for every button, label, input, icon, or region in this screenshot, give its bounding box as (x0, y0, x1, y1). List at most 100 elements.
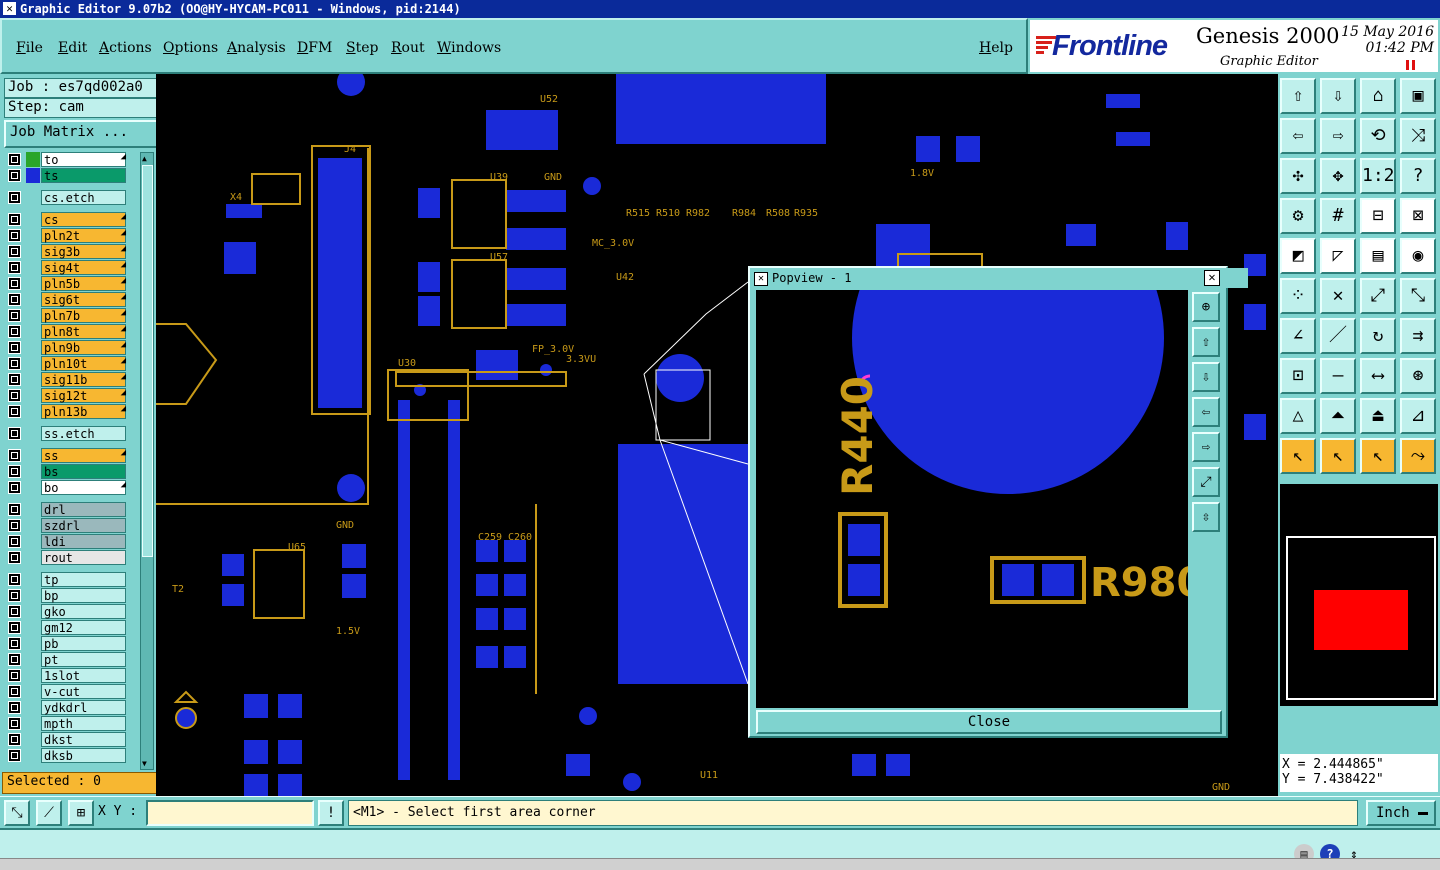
layer-row-pln10t[interactable]: pln10t ◢ (4, 356, 128, 371)
arc-icon[interactable]: ↻ (1360, 318, 1396, 354)
layer-checkbox[interactable] (8, 389, 21, 402)
angle-icon[interactable]: ∠ (1280, 318, 1316, 354)
layer-name[interactable]: bo (41, 480, 126, 495)
layer-menu-icon[interactable]: ◢ (121, 480, 126, 490)
layer-name[interactable]: rout (41, 550, 126, 565)
pv-pan-right-icon[interactable]: ⇨ (1192, 432, 1220, 462)
snap-icon[interactable]: ⊟ (1360, 198, 1396, 234)
move-icon[interactable]: ⤢ (1360, 278, 1396, 314)
layer-name[interactable]: v-cut (41, 684, 126, 699)
layer-color-swatch[interactable] (26, 588, 40, 603)
lasso-icon[interactable]: ↖ (1360, 438, 1396, 474)
layer-color-swatch[interactable] (26, 700, 40, 715)
menu-actions[interactable]: Actions (99, 40, 152, 56)
step-up-icon[interactable]: ⇧ (1280, 78, 1316, 114)
layer-checkbox[interactable] (8, 535, 21, 548)
layer-menu-icon[interactable]: ◢ (121, 388, 126, 398)
layer-checkbox[interactable] (8, 605, 21, 618)
alert-icon[interactable]: ! (318, 800, 344, 826)
layer-checkbox[interactable] (8, 717, 21, 730)
transform-icon[interactable]: ⊡ (1280, 358, 1316, 394)
popview-close-icon[interactable]: ✕ (1204, 270, 1220, 286)
layer-row-pln7b[interactable]: pln7b ◢ (4, 308, 128, 323)
settings-icon[interactable]: ⚙ (1280, 198, 1316, 234)
layer-checkbox[interactable] (8, 357, 21, 370)
layer-name[interactable]: sig6t (41, 292, 126, 307)
layer-name[interactable]: pb (41, 636, 126, 651)
layer-name[interactable]: cs (41, 212, 126, 227)
pause-icon[interactable] (1406, 60, 1416, 70)
layer-color-swatch[interactable] (26, 276, 40, 291)
layer-row-gm12[interactable]: gm12 (4, 620, 128, 635)
menu-file[interactable]: File (16, 40, 43, 56)
layer-menu-icon[interactable]: ◢ (121, 324, 126, 334)
pv-zoom-in-icon[interactable]: ⊕ (1192, 292, 1220, 322)
zoom-area-icon[interactable]: ⤡ (4, 800, 30, 826)
overview-map[interactable] (1280, 484, 1438, 706)
layer-color-swatch[interactable] (26, 636, 40, 651)
layer-color-swatch[interactable] (26, 572, 40, 587)
layer-name[interactable]: tp (41, 572, 126, 587)
layer-checkbox[interactable] (8, 169, 21, 182)
layer-row-dksb[interactable]: dksb (4, 748, 128, 763)
layer-row-ydkdrl[interactable]: ydkdrl (4, 700, 128, 715)
layer-row-pln8t[interactable]: pln8t ◢ (4, 324, 128, 339)
scroll-down-icon[interactable]: ▼ (142, 759, 147, 768)
layer-color-swatch[interactable] (26, 604, 40, 619)
layer-checkbox[interactable] (8, 637, 21, 650)
layer-row-sig4t[interactable]: sig4t ◢ (4, 260, 128, 275)
delete-icon[interactable]: ✕ (1320, 278, 1356, 314)
layer-color-swatch[interactable] (26, 308, 40, 323)
layer-row-pln13b[interactable]: pln13b ◢ (4, 404, 128, 419)
select-feature-icon[interactable]: ◩ (1280, 238, 1316, 274)
layer-name[interactable]: gko (41, 604, 126, 619)
layer-row-ldi[interactable]: ldi (4, 534, 128, 549)
layer-name[interactable]: 1slot (41, 668, 126, 683)
layer-color-swatch[interactable] (26, 550, 40, 565)
layer-menu-icon[interactable]: ◢ (121, 356, 126, 366)
layer-color-swatch[interactable] (26, 652, 40, 667)
draw-line-icon[interactable]: ◸ (1320, 238, 1356, 274)
layer-row-ss.etch[interactable]: ss.etch (4, 426, 128, 441)
layer-color-swatch[interactable] (26, 340, 40, 355)
xy-input[interactable] (146, 800, 314, 826)
layer-row-to[interactable]: to ◢ (4, 152, 128, 167)
layer-row-pt[interactable]: pt (4, 652, 128, 667)
layer-row-bo[interactable]: bo ◢ (4, 480, 128, 495)
layer-name[interactable]: dksb (41, 748, 126, 763)
rotate-icon[interactable]: ⟲ (1360, 118, 1396, 154)
layer-color-swatch[interactable] (26, 518, 40, 533)
layer-row-pb[interactable]: pb (4, 636, 128, 651)
home-icon[interactable]: ⌂ (1360, 78, 1396, 114)
layer-color-swatch[interactable] (26, 684, 40, 699)
copy-icon[interactable]: ⤡ (1400, 278, 1436, 314)
layer-color-swatch[interactable] (26, 732, 40, 747)
zoom-ratio-icon[interactable]: 1:2 (1360, 158, 1396, 194)
layer-checkbox[interactable] (8, 261, 21, 274)
layer-row-drl[interactable]: drl (4, 502, 128, 517)
layer-color-swatch[interactable] (26, 190, 40, 205)
popview-canvas[interactable]: R440 R980 (756, 290, 1188, 708)
layer-name[interactable]: pln9b (41, 340, 126, 355)
layer-checkbox[interactable] (8, 669, 21, 682)
layer-checkbox[interactable] (8, 325, 21, 338)
snap2-icon[interactable]: ⊠ (1400, 198, 1436, 234)
pv-fit-icon[interactable]: ⤢ (1192, 467, 1220, 497)
layer-color-swatch[interactable] (26, 668, 40, 683)
layer-menu-icon[interactable]: ◢ (121, 404, 126, 414)
layer-checkbox[interactable] (8, 427, 21, 440)
layer-name[interactable]: drl (41, 502, 126, 517)
pad-icon[interactable]: ◉ (1400, 238, 1436, 274)
layer-checkbox[interactable] (8, 621, 21, 634)
scroll-thumb[interactable] (142, 165, 153, 557)
layer-color-swatch[interactable] (26, 480, 40, 495)
stretch-icon[interactable]: ⟷ (1360, 358, 1396, 394)
layer-row-ts[interactable]: ts (4, 168, 128, 183)
layer-row-pln5b[interactable]: pln5b ◢ (4, 276, 128, 291)
layer-menu-icon[interactable]: ◢ (121, 292, 126, 302)
step-right-icon[interactable]: ⇨ (1320, 118, 1356, 154)
layer-menu-icon[interactable]: ◢ (121, 260, 126, 270)
layer-row-mpth[interactable]: mpth (4, 716, 128, 731)
layer-checkbox[interactable] (8, 733, 21, 746)
layer-checkbox[interactable] (8, 405, 21, 418)
